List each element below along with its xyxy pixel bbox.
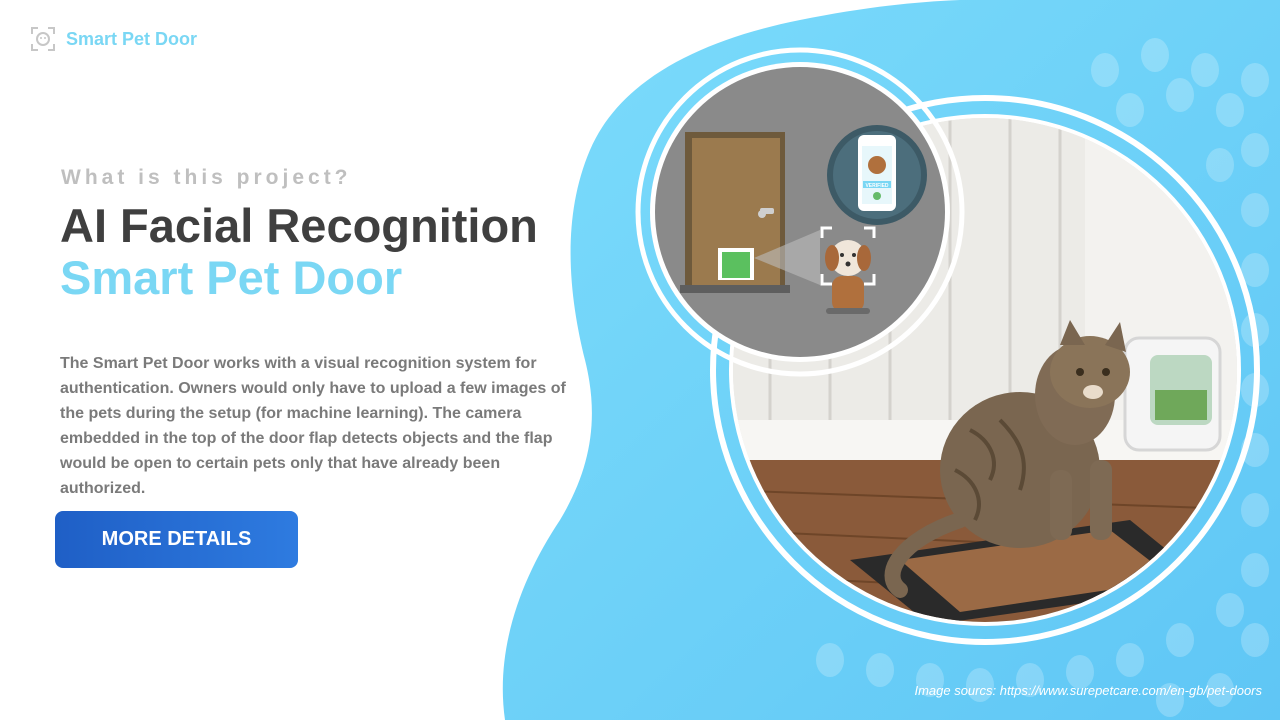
brand-logo[interactable]: Smart Pet Door [30, 26, 197, 52]
page-title-line2: Smart Pet Door [60, 251, 403, 304]
section-kicker: What is this project? [61, 166, 352, 189]
image-source-credit: Image sourcs: https://www.surepetcare.co… [914, 683, 1262, 698]
project-description: The Smart Pet Door works with a visual r… [60, 355, 566, 497]
more-details-button[interactable]: MORE DETAILS [55, 511, 298, 568]
page-title-line1: AI Facial Recognition [60, 199, 538, 252]
verified-badge-text: VERIFIED [865, 183, 888, 189]
brand-name: Smart Pet Door [66, 28, 198, 49]
slide: VERIFIED Smart Pet Door What is this pro… [0, 0, 1280, 720]
dog-face-scan-icon [31, 27, 55, 51]
